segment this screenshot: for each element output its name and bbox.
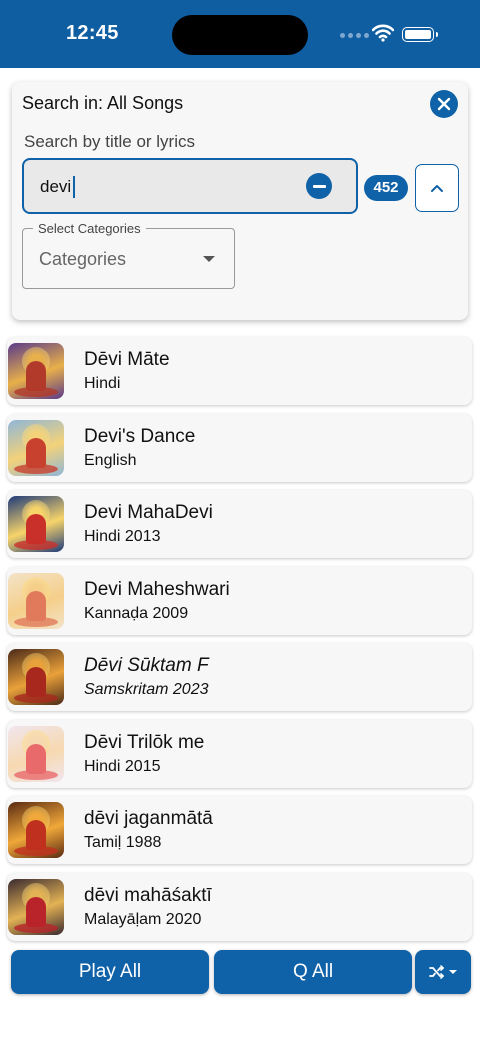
categories-value: Categories <box>39 249 127 269</box>
song-row[interactable]: Devi's Dance English <box>7 413 472 482</box>
song-language-year: Malayāḷam 2020 <box>84 910 202 928</box>
chevron-up-icon <box>431 185 443 192</box>
song-language-year: Hindi 2015 <box>84 757 161 775</box>
search-query-text: devi <box>40 177 72 196</box>
song-row[interactable]: Devi Maheshwari Kannaḍa 2009 <box>7 566 472 635</box>
song-row[interactable]: Dēvi Māte Hindi <box>7 337 472 405</box>
song-thumbnail <box>8 878 64 935</box>
song-title: Devi's Dance <box>84 425 196 447</box>
search-scope-title: Search in: All Songs <box>22 93 184 113</box>
status-bar: 12:45 <box>0 0 480 68</box>
song-title: Dēvi Sūktam F <box>84 655 209 676</box>
song-thumbnail <box>8 572 64 629</box>
shuffle-menu-button[interactable] <box>415 950 471 994</box>
categories-select[interactable]: Select Categories Categories <box>22 221 235 289</box>
minus-icon <box>312 184 326 188</box>
song-language-year: Hindi 2013 <box>84 528 161 545</box>
song-row[interactable]: Dēvi Trilōk me Hindi 2015 <box>7 719 472 788</box>
queue-all-button[interactable]: Q All <box>214 950 412 994</box>
song-thumbnail <box>8 419 64 476</box>
search-field-label: Search by title or lyrics <box>24 132 195 151</box>
close-search-button[interactable] <box>430 90 458 118</box>
play-all-button[interactable]: Play All <box>11 950 209 994</box>
result-count-badge: 452 <box>364 175 408 201</box>
status-time: 12:45 <box>66 22 119 44</box>
song-row[interactable]: dēvi jaganmātā Tamiḷ 1988 <box>7 796 472 864</box>
song-row[interactable]: Devi MahaDevi Hindi 2013 <box>7 490 472 558</box>
signal-icon <box>340 33 369 38</box>
song-language-year: Tamiḷ 1988 <box>84 834 162 851</box>
song-title: Dēvi Māte <box>84 349 170 370</box>
clear-search-button[interactable] <box>306 173 332 199</box>
shuffle-icon <box>429 965 444 979</box>
song-title: Devi Maheshwari <box>84 578 230 600</box>
song-thumbnail <box>8 802 64 858</box>
song-language-year: English <box>84 451 137 469</box>
song-language-year: Hindi <box>84 375 121 392</box>
song-thumbnail <box>8 725 64 782</box>
song-language-year: Samskritam 2023 <box>84 681 209 698</box>
close-icon <box>437 97 451 111</box>
battery-icon <box>402 27 438 42</box>
song-title: dēvi jaganmātā <box>84 808 213 829</box>
song-language-year: Kannaḍa 2009 <box>84 604 189 622</box>
song-row[interactable]: dēvi mahāśaktī Malayāḷam 2020 <box>7 872 472 941</box>
search-panel: Search in: All Songs Search by title or … <box>12 82 468 320</box>
text-cursor <box>73 176 75 198</box>
song-title: Dēvi Trilōk me <box>84 731 205 753</box>
song-title: dēvi mahāśaktī <box>84 884 212 906</box>
collapse-search-button[interactable] <box>415 164 459 212</box>
song-thumbnail <box>8 343 64 399</box>
search-input[interactable]: devi <box>22 158 358 214</box>
dropdown-caret-icon <box>449 970 457 974</box>
dynamic-island <box>172 15 308 55</box>
categories-label: Select Categories <box>33 221 146 236</box>
dropdown-arrow-icon <box>203 256 215 262</box>
wifi-icon <box>372 24 394 42</box>
song-row[interactable]: Dēvi Sūktam F Samskritam 2023 <box>7 643 472 711</box>
song-thumbnail <box>8 649 64 705</box>
song-title: Devi MahaDevi <box>84 502 213 523</box>
song-thumbnail <box>8 496 64 552</box>
